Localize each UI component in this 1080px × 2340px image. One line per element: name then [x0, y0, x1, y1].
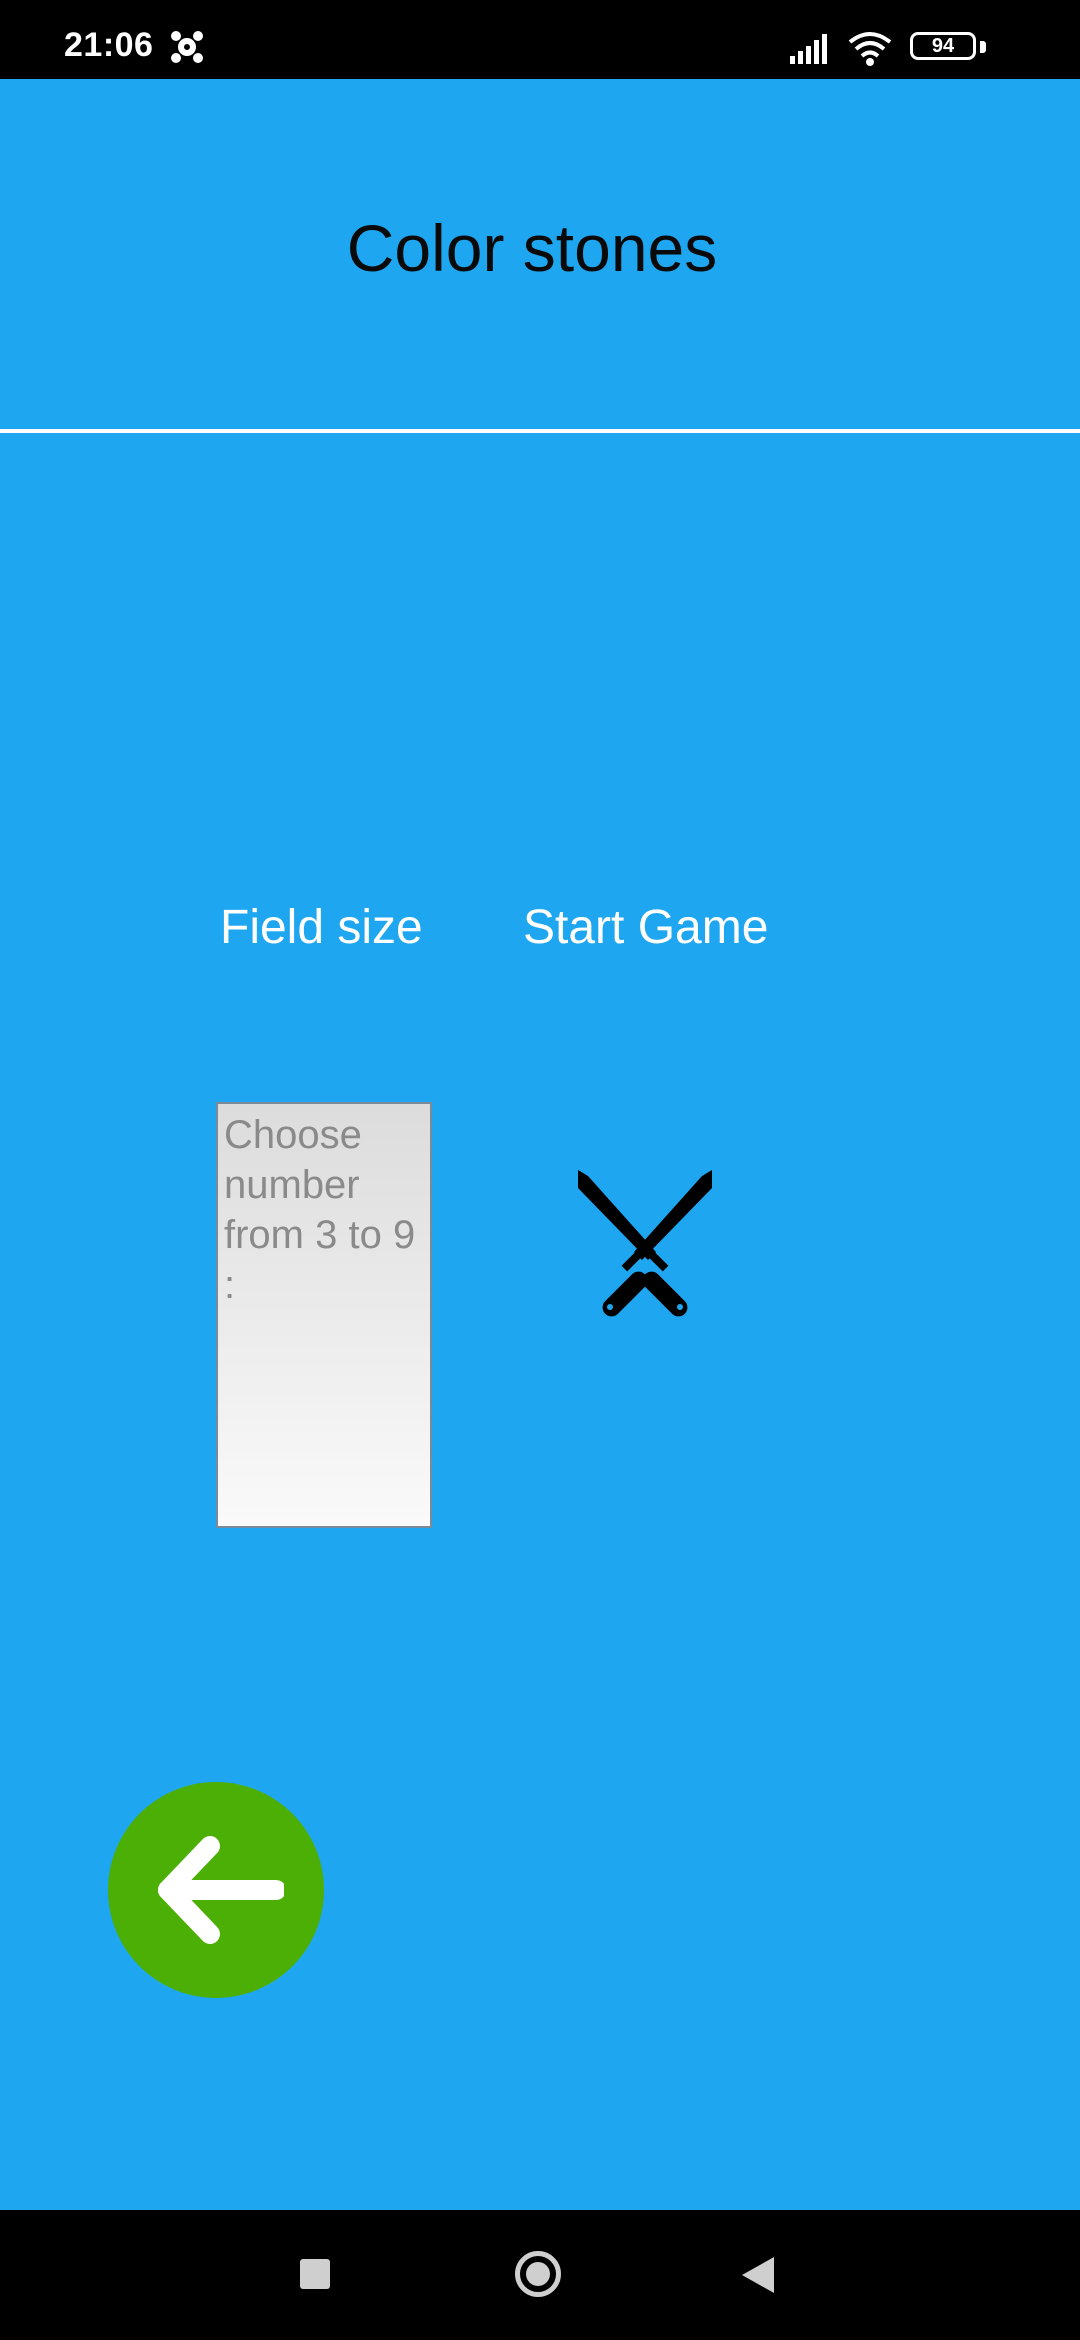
- back-icon[interactable]: [740, 2255, 776, 2295]
- battery-tip: [980, 41, 986, 53]
- start-game-button[interactable]: [570, 1168, 720, 1328]
- home-icon-center: [526, 2262, 550, 2286]
- field-size-input[interactable]: [216, 1102, 432, 1528]
- page-title: Color stones: [346, 211, 718, 285]
- recents-icon[interactable]: [300, 2259, 330, 2289]
- field-size-label: Field size: [220, 901, 423, 954]
- status-time: 21:06: [64, 26, 154, 64]
- app-notification-icon: [171, 31, 203, 63]
- title-divider: [0, 429, 1080, 433]
- navigation-bar: [0, 2210, 1080, 2340]
- start-game-label: Start Game: [523, 901, 769, 954]
- home-icon[interactable]: [515, 2251, 561, 2297]
- signal-icon: [790, 34, 827, 64]
- back-button[interactable]: [108, 1782, 324, 1998]
- battery-icon: 94: [910, 32, 976, 60]
- arrow-left-icon: [158, 1836, 284, 1944]
- battery-level: 94: [931, 35, 955, 57]
- status-bar: 21:06 94: [0, 0, 1080, 79]
- crossed-swords-icon: [578, 1170, 712, 1321]
- wifi-icon: [848, 32, 892, 66]
